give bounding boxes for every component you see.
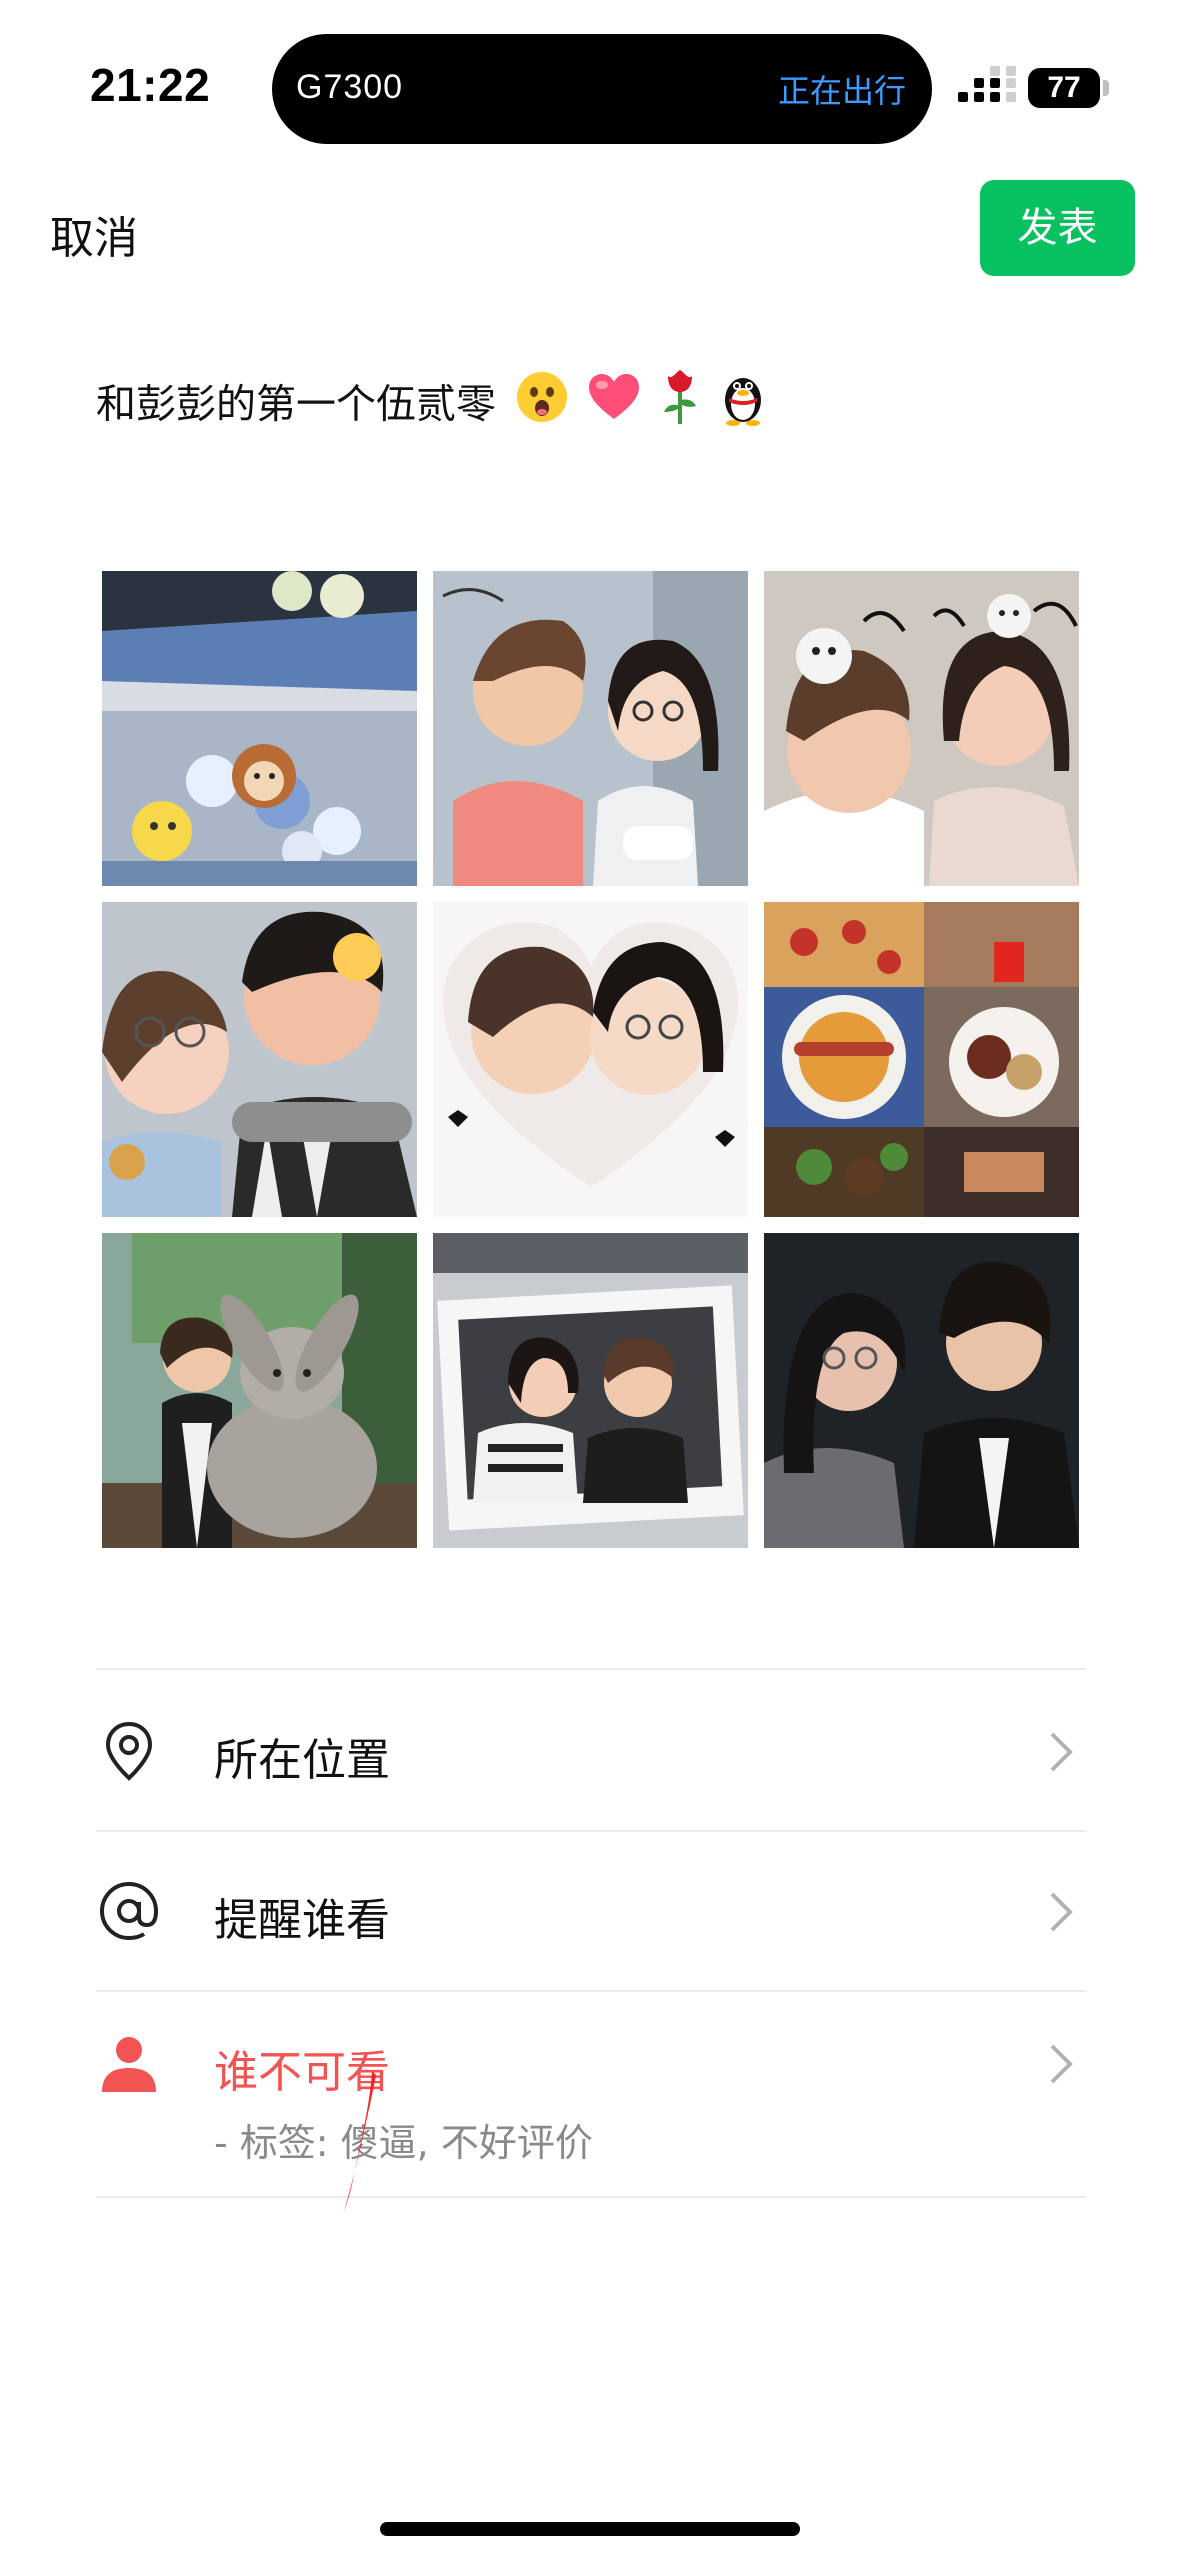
photo-couple-sticker[interactable] xyxy=(433,571,748,886)
red-scribble-mark xyxy=(344,2071,376,2211)
photo-flower-bouquet[interactable] xyxy=(102,571,417,886)
status-time: 21:22 xyxy=(90,59,211,111)
hide-from-row[interactable]: 谁不可看 - 标签: 傻逼, 不好评价 xyxy=(96,1994,1086,2214)
divider xyxy=(96,2196,1086,2198)
rose-emoji xyxy=(660,368,700,445)
photo-cat-filter-selfie[interactable] xyxy=(764,571,1079,886)
astonished-face-emoji xyxy=(515,370,569,443)
battery-cap xyxy=(1103,80,1109,96)
person-icon xyxy=(102,2037,156,2092)
hide-from-detail: - 标签: 傻逼, 不好评价 xyxy=(214,2121,593,2165)
cellular-signal-icon xyxy=(958,66,1016,108)
penguin-emoji xyxy=(719,368,767,445)
moments-compose-screen: 21:22 G7300 正在出行 77 取消 发表 和彭彭的第一个伍贰零 所在位… xyxy=(0,0,1179,2556)
cancel-button[interactable]: 取消 xyxy=(50,202,138,266)
mention-row[interactable]: 提醒谁看 xyxy=(96,1834,1086,1990)
photo-car-frame[interactable] xyxy=(433,1233,748,1548)
photo-grid xyxy=(102,571,1079,1548)
heart-emoji xyxy=(587,372,641,441)
photo-silly-faces-selfie[interactable] xyxy=(102,902,417,1217)
photo-plush-bunny[interactable] xyxy=(102,1233,417,1548)
publish-button[interactable]: 发表 xyxy=(980,180,1135,276)
divider xyxy=(96,1668,1086,1670)
mention-label: 提醒谁看 xyxy=(214,1895,390,1946)
chevron-right-icon xyxy=(1050,1732,1073,1772)
location-label: 所在位置 xyxy=(214,1735,390,1786)
photo-food-collage[interactable] xyxy=(764,902,1079,1217)
dynamic-island-live-activity[interactable]: G7300 正在出行 xyxy=(272,34,932,144)
post-caption[interactable]: 和彭彭的第一个伍贰零 xyxy=(96,368,767,445)
location-row[interactable]: 所在位置 xyxy=(96,1672,1086,1832)
caption-text: 和彭彭的第一个伍贰零 xyxy=(96,381,496,428)
chevron-right-icon xyxy=(1050,2044,1073,2084)
photo-heart-kiss[interactable] xyxy=(433,902,748,1217)
photo-night-selfie[interactable] xyxy=(764,1233,1079,1548)
location-pin-icon xyxy=(105,1721,153,1781)
home-indicator[interactable] xyxy=(380,2522,800,2536)
divider xyxy=(96,1990,1086,1992)
trip-status: 正在出行 xyxy=(777,72,906,110)
at-sign-icon xyxy=(99,1881,159,1941)
train-number: G7300 xyxy=(296,68,404,106)
battery-icon: 77 xyxy=(1028,68,1100,108)
divider xyxy=(96,1830,1086,1832)
chevron-right-icon xyxy=(1050,1892,1073,1932)
